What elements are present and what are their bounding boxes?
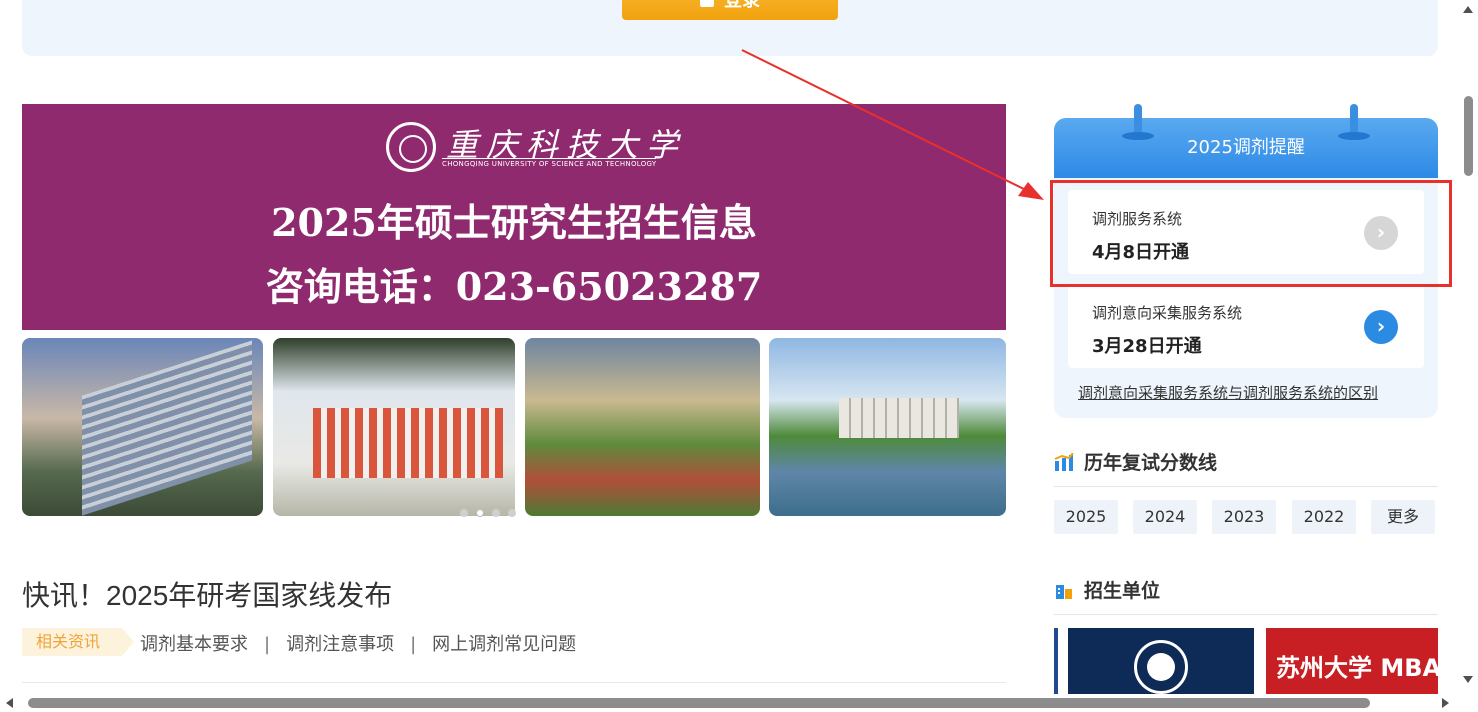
units-label: 招生单位: [1084, 580, 1161, 602]
building-icon: [1056, 585, 1072, 599]
scroll-up-icon[interactable]: [1463, 6, 1473, 13]
units-title: 招生单位: [1054, 576, 1160, 603]
unit-logo-partial[interactable]: [1054, 628, 1058, 694]
scroll-down-icon[interactable]: [1463, 676, 1473, 683]
horizontal-scroll-thumb[interactable]: [28, 698, 1370, 708]
divider: [1054, 614, 1438, 615]
annotation-arrow: [741, 49, 1044, 200]
more-years-button[interactable]: 更多: [1371, 500, 1435, 534]
chart-icon: [1054, 453, 1074, 471]
year-2023-button[interactable]: 2023: [1212, 500, 1276, 534]
unit-logo[interactable]: [1068, 628, 1254, 694]
score-lines-label: 历年复试分数线: [1084, 452, 1218, 474]
year-2025-button[interactable]: 2025: [1054, 500, 1118, 534]
scroll-left-icon[interactable]: [6, 698, 13, 708]
score-lines-title: 历年复试分数线: [1054, 448, 1217, 475]
emblem-icon: [1134, 640, 1188, 694]
year-2024-button[interactable]: 2024: [1133, 500, 1197, 534]
year-2022-button[interactable]: 2022: [1292, 500, 1356, 534]
unit-logo-suzhou[interactable]: 苏州大学 MBA: [1266, 628, 1438, 694]
divider: [1054, 486, 1438, 487]
scroll-right-icon[interactable]: [1442, 698, 1449, 708]
vertical-scroll-thumb[interactable]: [1464, 96, 1473, 176]
